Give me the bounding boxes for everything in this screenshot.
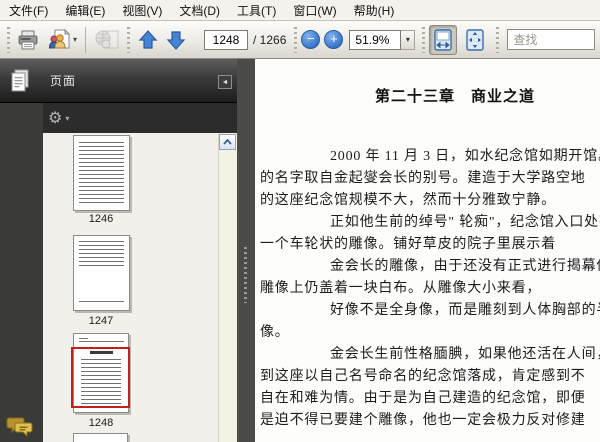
document-page: 第二十三章 商业之道 2000 年 11 月 3 日，如水纪念馆如期开馆。它的名… bbox=[255, 59, 600, 442]
zoom-dropdown-button[interactable]: ▾ bbox=[401, 29, 416, 50]
thumbnail-list: 1246 1247 1248 bbox=[43, 133, 237, 442]
chevron-up-icon bbox=[223, 139, 232, 145]
review-online-button bbox=[93, 25, 121, 55]
toolbar-grip[interactable] bbox=[127, 26, 131, 53]
next-page-button[interactable] bbox=[162, 25, 190, 55]
scroll-up-button[interactable] bbox=[219, 134, 236, 150]
chapter-title: 第二十三章 商业之道 bbox=[375, 89, 536, 105]
menu-bar: 文件(F) 编辑(E) 视图(V) 文档(D) 工具(T) 窗口(W) 帮助(H… bbox=[0, 0, 600, 21]
globe-document-icon bbox=[94, 29, 120, 51]
thumbnail-footer-line bbox=[79, 301, 124, 302]
document-text-line: 是迫不得已要建个雕像，他也一定会极力反对修建 bbox=[260, 413, 586, 428]
document-lines: 2000 年 11 月 3 日，如水纪念馆如期开馆。它的名字取自金起燮会长的别号… bbox=[260, 146, 600, 432]
thumbnail-page-1248-current[interactable] bbox=[71, 333, 130, 413]
thumbnail-header-mark bbox=[79, 338, 88, 339]
arrow-down-icon bbox=[166, 29, 186, 51]
pages-panel-header: 页面 ◄ bbox=[0, 59, 237, 103]
gear-icon[interactable]: ⚙ bbox=[48, 108, 62, 128]
document-text-line: 金会长的雕像，由于还没有正式进行揭幕仪式， bbox=[330, 259, 600, 274]
toolbar-grip[interactable] bbox=[422, 26, 426, 53]
collaborate-button[interactable]: ▾ bbox=[46, 25, 78, 55]
menu-help[interactable]: 帮助(H) bbox=[349, 0, 400, 21]
document-text-line: 雕像上仍盖着一块白布。从雕像大小来看， bbox=[260, 281, 542, 296]
document-text-line: 好像不是全身像，而是雕刻到人体胸部的半身 bbox=[330, 303, 600, 318]
fit-width-icon bbox=[432, 28, 454, 52]
toolbar-separator bbox=[85, 26, 87, 53]
chevron-down-icon: ▾ bbox=[65, 113, 70, 123]
toolbar: ▾ 1248 / 1266 − + 51.9% ▾ 查找 bbox=[0, 21, 600, 59]
zoom-level-input[interactable] bbox=[349, 29, 402, 50]
document-text-line: 的这座纪念馆规模不大，然而十分雅致宁静。 bbox=[260, 193, 556, 208]
arrow-up-icon bbox=[138, 29, 158, 51]
printer-icon bbox=[17, 30, 39, 50]
sidebar-splitter[interactable] bbox=[237, 59, 255, 442]
menu-view[interactable]: 视图(V) bbox=[117, 0, 167, 21]
fit-width-button[interactable] bbox=[429, 24, 458, 55]
content-region: 页面 ◄ ⚙ ▾ 1246 1247 1248 第二十三章 商业之道 2000 … bbox=[0, 59, 600, 442]
comments-icon[interactable] bbox=[6, 414, 34, 438]
search-input[interactable] bbox=[507, 29, 595, 50]
document-text-line: 正如他生前的绰号" 轮痴"，纪念馆入口处有 bbox=[330, 215, 600, 230]
collapse-panel-button[interactable]: ◄ bbox=[218, 75, 232, 89]
menu-window[interactable]: 窗口(W) bbox=[288, 0, 341, 21]
document-text-line: 像。 bbox=[260, 325, 290, 340]
thumbnail-scrollbar[interactable] bbox=[218, 133, 237, 442]
current-view-rectangle[interactable] bbox=[71, 347, 130, 408]
thumbnail-header-rule bbox=[79, 341, 124, 342]
thumbnail-label: 1246 bbox=[88, 213, 114, 225]
chevron-down-icon: ▾ bbox=[73, 35, 78, 44]
document-text-line: 的名字取自金起燮会长的别号。建造于大学路空地 bbox=[260, 171, 586, 186]
splitter-grip-dots bbox=[244, 247, 247, 303]
page-number-input[interactable] bbox=[204, 29, 249, 50]
document-text-line: 自在和难为情。由于是为自己建造的纪念馆，即便 bbox=[260, 391, 586, 406]
menu-tools[interactable]: 工具(T) bbox=[232, 0, 281, 21]
panel-options-row: ⚙ ▾ bbox=[43, 103, 237, 133]
menu-file[interactable]: 文件(F) bbox=[4, 0, 53, 21]
zoom-in-button[interactable]: + bbox=[324, 30, 344, 49]
print-button[interactable] bbox=[14, 25, 42, 55]
toolbar-grip[interactable] bbox=[294, 26, 298, 53]
pages-panel-title: 页面 bbox=[50, 74, 77, 88]
document-text-line: 一个车轮状的雕像。铺好草皮的院子里展示着 bbox=[260, 237, 556, 252]
toolbar-grip[interactable] bbox=[7, 26, 10, 53]
thumbnail-label-current: 1248 bbox=[88, 417, 114, 429]
zoom-out-button[interactable]: − bbox=[301, 30, 321, 49]
menu-document[interactable]: 文档(D) bbox=[174, 0, 225, 21]
pages-icon bbox=[10, 68, 32, 94]
thumbnail-text-lines bbox=[79, 241, 124, 267]
fit-page-icon bbox=[464, 28, 486, 52]
document-text-line: 2000 年 11 月 3 日，如水纪念馆如期开馆。它 bbox=[330, 149, 600, 164]
share-people-icon bbox=[47, 28, 71, 51]
thumbnail-page-1246[interactable] bbox=[73, 135, 130, 211]
document-text-line: 金会长生前性格腼腆，如果他还活在人间，看 bbox=[330, 347, 600, 362]
panel-icon-strip bbox=[0, 103, 43, 442]
thumbnail-page-1247[interactable] bbox=[73, 235, 130, 311]
document-text-line: 到这座以自己名号命名的纪念馆落成，肯定感到不 bbox=[260, 369, 586, 384]
fit-page-button[interactable] bbox=[461, 25, 489, 55]
previous-page-button[interactable] bbox=[134, 25, 162, 55]
thumbnail-page-next-partial[interactable] bbox=[73, 433, 128, 442]
pdf-reader-window: 文件(F) 编辑(E) 视图(V) 文档(D) 工具(T) 窗口(W) 帮助(H… bbox=[0, 0, 600, 442]
menu-edit[interactable]: 编辑(E) bbox=[60, 0, 110, 21]
thumbnail-label: 1247 bbox=[88, 315, 114, 327]
page-total-label: / 1266 bbox=[253, 32, 287, 47]
toolbar-grip[interactable] bbox=[496, 26, 500, 53]
thumbnail-text-lines bbox=[79, 142, 124, 204]
